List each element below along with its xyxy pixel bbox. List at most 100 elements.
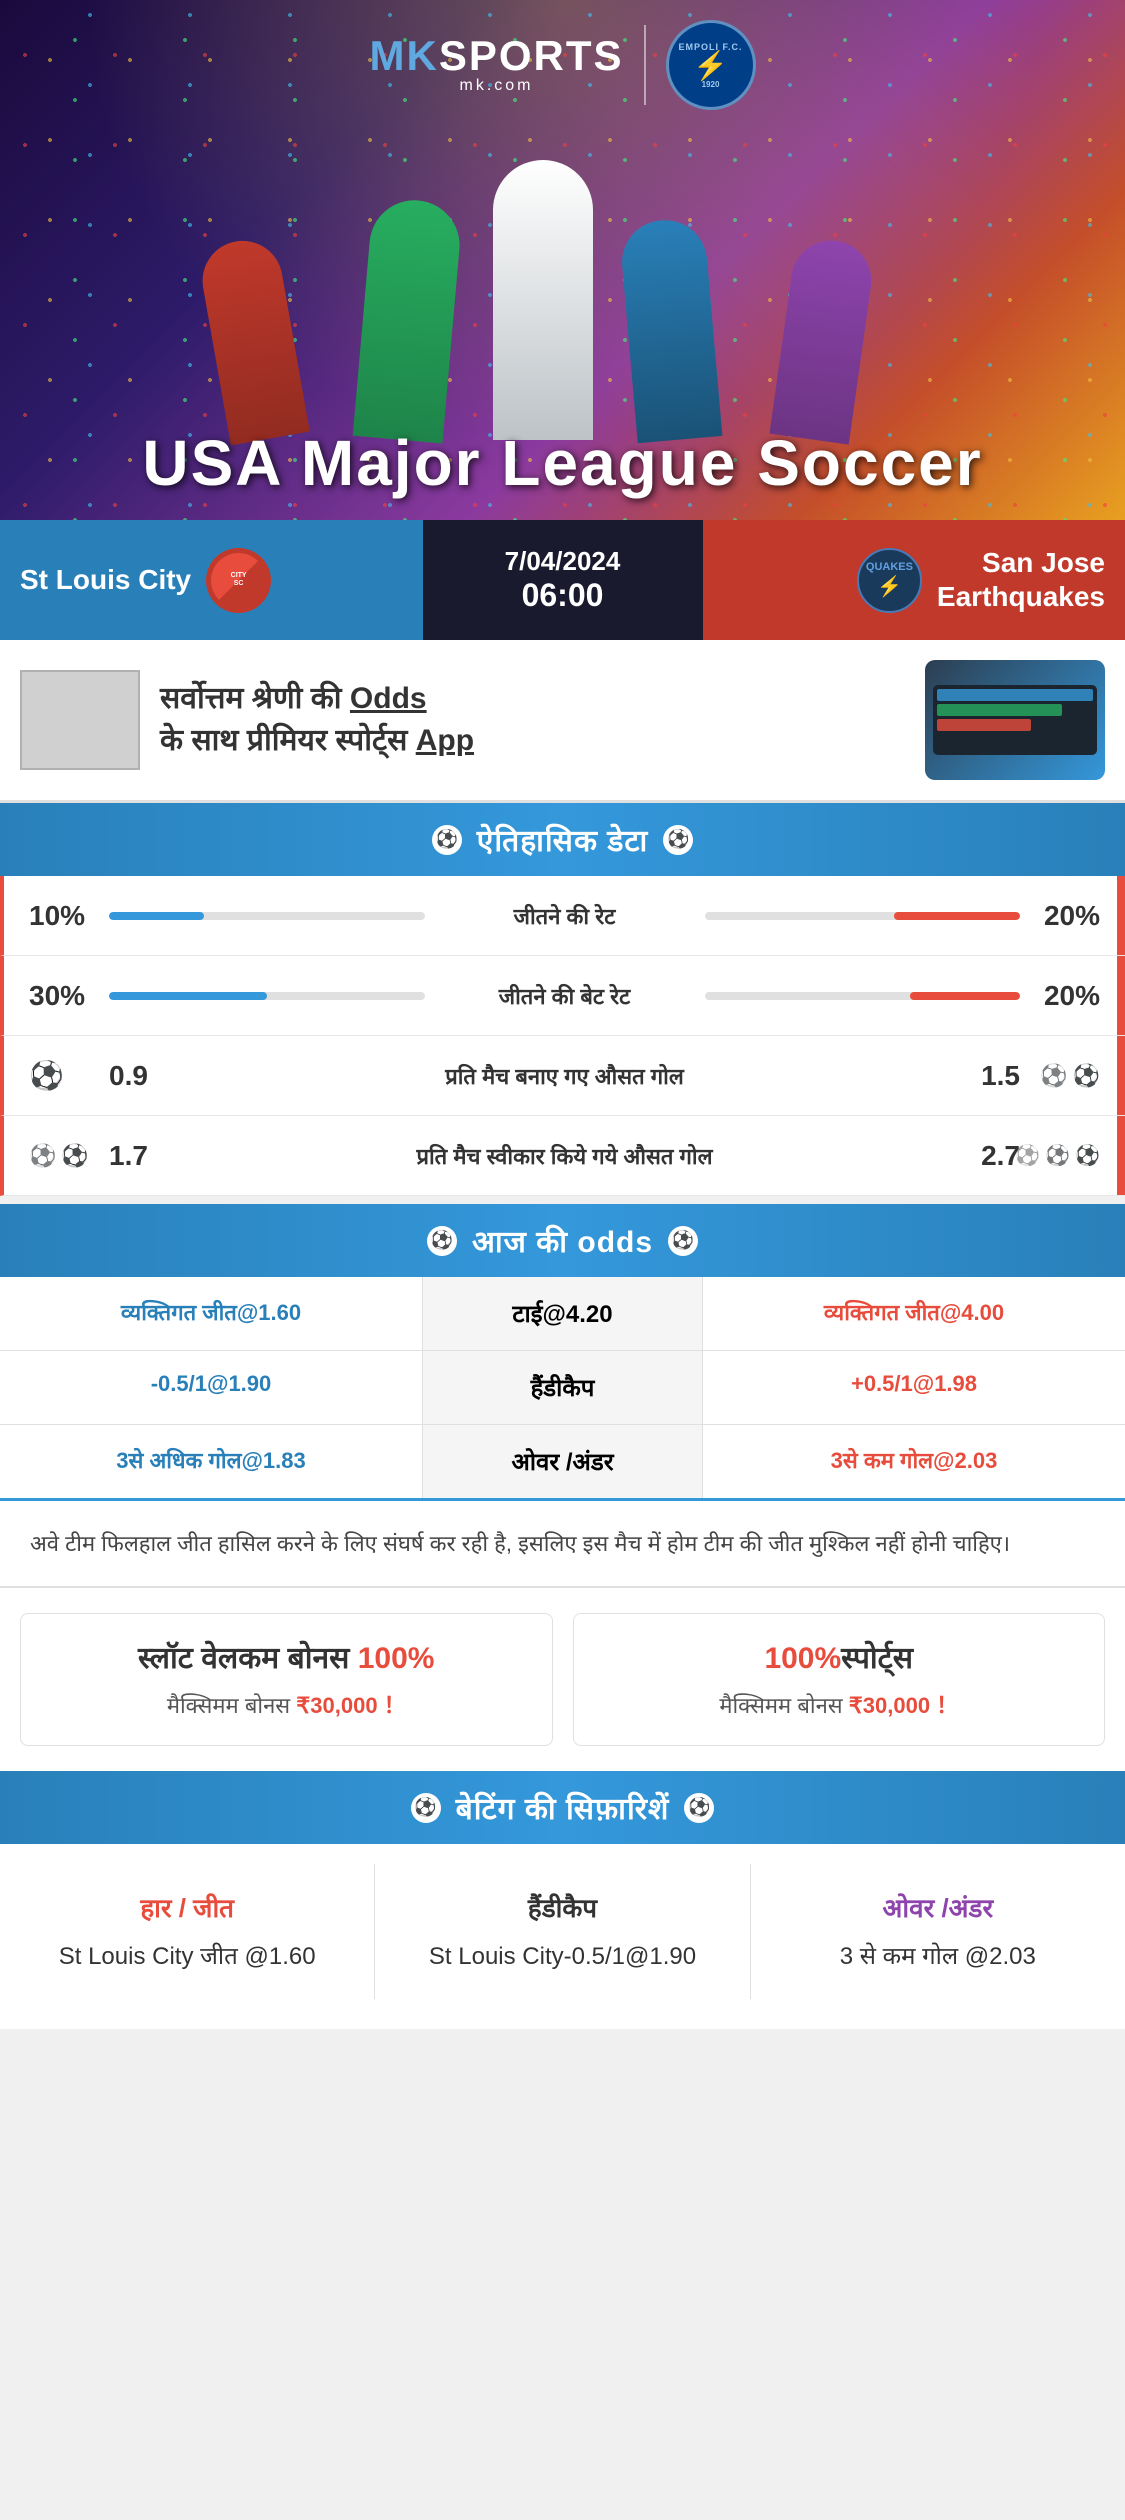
odds-right-value-2[interactable]: +0.5/1@1.98 bbox=[851, 1371, 977, 1396]
bonus-slot-text: स्लॉट वेलकम बोनस bbox=[138, 1642, 358, 1675]
ball-red-2: ⚽ bbox=[1073, 1063, 1100, 1089]
mk-sports-logo: MKSPORTS mk.com bbox=[369, 35, 623, 95]
odds-left-1[interactable]: व्यक्तिगत जीत@1.60 bbox=[0, 1277, 423, 1350]
player2 bbox=[352, 197, 463, 444]
hero-players bbox=[113, 120, 1013, 440]
odds-center-label-2: हैंडीकैप bbox=[531, 1371, 595, 1404]
stat-left-4: 1.7 bbox=[109, 1140, 159, 1172]
odds-left-3[interactable]: 3से अधिक गोल@1.83 bbox=[0, 1425, 423, 1498]
team-away: QUAKES ⚡ San Jose Earthquakes bbox=[703, 520, 1125, 640]
bet-col-hj: हार / जीत St Louis City जीत @1.60 bbox=[0, 1864, 375, 1999]
sj-badge-inner: QUAKES ⚡ bbox=[866, 560, 913, 600]
odds-left-value-1[interactable]: व्यक्तिगत जीत@1.60 bbox=[121, 1300, 301, 1325]
bet-type-handicap: हैंडीकैप bbox=[395, 1889, 729, 1925]
player3 bbox=[493, 160, 593, 440]
odds-right-value-1[interactable]: व्यक्तिगत जीत@4.00 bbox=[824, 1300, 1004, 1325]
match-center: 7/04/2024 06:00 bbox=[423, 520, 703, 640]
bet-col-handicap: हैंडीकैप St Louis City-0.5/1@1.90 bbox=[375, 1864, 750, 1999]
stat-fill-right-2 bbox=[910, 992, 1020, 1000]
stlouis-badge-inner: CITYSC bbox=[211, 553, 266, 608]
odds-left-2[interactable]: -0.5/1@1.90 bbox=[0, 1351, 423, 1424]
empoli-badge: EMPOLI F.C. ⚡ 1920 bbox=[666, 20, 756, 110]
empoli-ef-icon: ⚡ bbox=[693, 52, 728, 80]
stat-row-goals-conceded: ⚽ ⚽ 1.7 प्रति मैच स्वीकार किये गये औसत ग… bbox=[0, 1116, 1125, 1196]
bonus-section: स्लॉट वेलकम बोनस 100% मैक्सिमम बोनस ₹30,… bbox=[0, 1586, 1125, 1771]
ball-red-1: ⚽ bbox=[1040, 1063, 1067, 1089]
ball-blue-2: ⚽ bbox=[29, 1143, 56, 1169]
stat-label-4: प्रति मैच स्वीकार किये गये औसत गोल bbox=[159, 1141, 970, 1171]
sports-text: SPORTS bbox=[439, 32, 624, 79]
ball-blue-1: ⚽ bbox=[29, 1059, 64, 1092]
betting-header: ⚽ बेटिंग की सिफ़ारिशें ⚽ bbox=[0, 1771, 1125, 1844]
ball-red-3: ⚽ bbox=[1015, 1143, 1040, 1168]
odds-right-3[interactable]: 3से कम गोल@2.03 bbox=[703, 1425, 1125, 1498]
bonus-sports-subtitle: मैक्सिमम बोनस ₹30,000 ！ bbox=[594, 1688, 1085, 1720]
stat-label-1: जीतने की रेट bbox=[425, 901, 705, 931]
mk-sports-text: MKSPORTS bbox=[369, 35, 623, 77]
sj-quakes-text: QUAKES bbox=[866, 560, 913, 574]
betting-recommendations: ⚽ बेटिंग की सिफ़ारिशें ⚽ हार / जीत St Lo… bbox=[0, 1771, 1125, 2029]
odds-grid-container: व्यक्तिगत जीत@1.60 टाई@4.20 व्यक्तिगत जी… bbox=[0, 1277, 1125, 1498]
bonus-sports-percent: 100% bbox=[764, 1642, 841, 1675]
odds-right-value-3[interactable]: 3से कम गोल@2.03 bbox=[831, 1448, 998, 1473]
ball-blue-3: ⚽ bbox=[61, 1143, 88, 1169]
odds-center-3: ओवर /अंडर bbox=[423, 1425, 703, 1498]
bonus-sports-text: स्पोर्ट्स bbox=[841, 1642, 913, 1675]
stat-right-1: 20% bbox=[1020, 900, 1100, 932]
odds-ball-right: ⚽ bbox=[668, 1226, 698, 1256]
player1 bbox=[196, 235, 310, 446]
stat-fill-left-1 bbox=[109, 912, 204, 920]
match-bar: St Louis City CITYSC 7/04/2024 06:00 QUA… bbox=[0, 520, 1125, 640]
stat-icons-left-3: ⚽ bbox=[29, 1059, 109, 1092]
stat-row-goals-scored: ⚽ 0.9 प्रति मैच बनाए गए औसत गोल 1.5 ⚽ ⚽ bbox=[0, 1036, 1125, 1116]
stat-bar-left-1 bbox=[109, 912, 425, 920]
odds-center-label-3: ओवर /अंडर bbox=[511, 1445, 613, 1478]
red-sidebar-4 bbox=[1117, 1116, 1125, 1195]
odds-row-2[interactable]: -0.5/1@1.90 हैंडीकैप +0.5/1@1.98 bbox=[0, 1351, 1125, 1425]
odds-section: ⚽ आज की odds ⚽ व्यक्तिगत जीत@1.60 टाई@4.… bbox=[0, 1204, 1125, 1498]
odds-row-3[interactable]: 3से अधिक गोल@1.83 ओवर /अंडर 3से कम गोल@2… bbox=[0, 1425, 1125, 1498]
description-text: अवे टीम फिलहाल जीत हासिल करने के लिए संघ… bbox=[30, 1526, 1095, 1561]
odds-left-value-3[interactable]: 3से अधिक गोल@1.83 bbox=[116, 1448, 306, 1473]
stat-right-2: 20% bbox=[1020, 980, 1100, 1012]
odds-left-value-2[interactable]: -0.5/1@1.90 bbox=[151, 1371, 272, 1396]
stat-fill-right-1 bbox=[894, 912, 1020, 920]
promo-banner[interactable]: सर्वोत्तम श्रेणी की Odds के साथ प्रीमियर… bbox=[0, 640, 1125, 803]
bet-grid: हार / जीत St Louis City जीत @1.60 हैंडीक… bbox=[0, 1844, 1125, 2029]
betting-ball-left: ⚽ bbox=[411, 1793, 441, 1823]
away-team-name: San Jose Earthquakes bbox=[937, 546, 1105, 613]
odds-center-1: टाई@4.20 bbox=[423, 1277, 703, 1350]
bonus-card-sports[interactable]: 100%स्पोर्ट्स मैक्सिमम बोनस ₹30,000 ！ bbox=[573, 1613, 1106, 1746]
app-row-1 bbox=[937, 689, 1093, 701]
stat-bar-left-2 bbox=[109, 992, 425, 1000]
stat-label-2: जीतने की बेट रेट bbox=[425, 981, 705, 1011]
odds-right-1[interactable]: व्यक्तिगत जीत@4.00 bbox=[703, 1277, 1125, 1350]
home-team-badge: CITYSC bbox=[206, 548, 271, 613]
hero-banner: MKSPORTS mk.com EMPOLI F.C. ⚡ 1920 USA M… bbox=[0, 0, 1125, 520]
bet-rec-hj: St Louis City जीत @1.60 bbox=[20, 1940, 354, 1974]
app-screen bbox=[933, 685, 1097, 755]
stat-icons-left-4: ⚽ ⚽ bbox=[29, 1143, 109, 1169]
stat-right-3: 1.5 bbox=[970, 1060, 1020, 1092]
historical-ball-left: ⚽ bbox=[432, 825, 462, 855]
stat-label-3: प्रति मैच बनाए गए औसत गोल bbox=[159, 1061, 970, 1091]
stat-icons-right-4: ⚽ ⚽ ⚽ bbox=[1020, 1143, 1100, 1168]
historical-title: ऐतिहासिक डेटा bbox=[477, 819, 649, 860]
bonus-card-slot[interactable]: स्लॉट वेलकम बोनस 100% मैक्सिमम बोनस ₹30,… bbox=[20, 1613, 553, 1746]
promo-line2: के साथ प्रीमियर स्पोर्ट्स App bbox=[160, 724, 474, 757]
match-time: 06:00 bbox=[522, 577, 604, 614]
odds-row-1[interactable]: व्यक्तिगत जीत@1.60 टाई@4.20 व्यक्तिगत जी… bbox=[0, 1277, 1125, 1351]
red-sidebar-1 bbox=[1117, 876, 1125, 955]
promo-text: सर्वोत्तम श्रेणी की Odds के साथ प्रीमियर… bbox=[160, 678, 905, 762]
bet-rec-over: 3 से कम गोल @2.03 bbox=[771, 1940, 1105, 1974]
sj-logo-icon: ⚡ bbox=[866, 574, 913, 600]
bonus-sports-amount: ₹30,000 ！ bbox=[849, 1693, 958, 1718]
bet-rec-handicap: St Louis City-0.5/1@1.90 bbox=[395, 1940, 729, 1974]
app-highlight: App bbox=[416, 724, 474, 757]
mk-text: MK bbox=[369, 32, 438, 79]
historical-header: ⚽ ऐतिहासिक डेटा ⚽ bbox=[0, 803, 1125, 876]
home-team-name: St Louis City bbox=[20, 564, 191, 596]
betting-ball-right: ⚽ bbox=[684, 1793, 714, 1823]
odds-right-2[interactable]: +0.5/1@1.98 bbox=[703, 1351, 1125, 1424]
odds-title: आज की odds bbox=[472, 1220, 653, 1261]
